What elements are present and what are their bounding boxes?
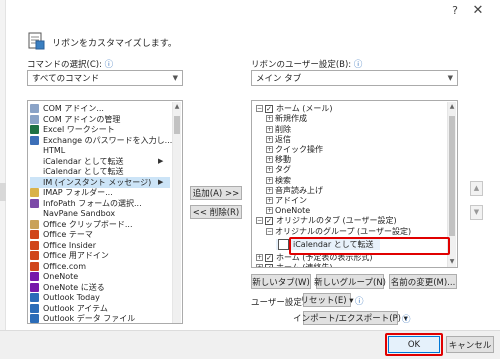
office-theme-icon <box>30 230 39 240</box>
expand-icon[interactable]: + <box>266 207 273 215</box>
collapse-icon[interactable]: − <box>256 105 263 113</box>
cancel-button[interactable]: キャンセル <box>446 336 494 353</box>
blank-icon <box>30 167 39 176</box>
command-item-label: Outlook データ ファイル <box>43 314 136 324</box>
blank-icon <box>30 209 39 218</box>
ribbon-label: リボンのユーザー設定(B): ⓘ <box>251 60 363 70</box>
collapse-icon[interactable]: − <box>256 217 263 225</box>
imap-folder-icon <box>30 188 39 198</box>
left-nav-strip <box>0 0 6 359</box>
help-button[interactable]: ? <box>448 4 462 18</box>
outlook-data-file-icon <box>30 314 39 323</box>
reset-button[interactable]: リセット(E) ▾ <box>301 293 354 307</box>
expand-icon[interactable]: + <box>256 254 263 262</box>
commands-list-scrollbar[interactable]: ▲ <box>172 102 181 323</box>
excel-icon <box>30 125 39 135</box>
info-icon: ⓘ <box>402 315 411 325</box>
chevron-down-icon: ▼ <box>172 74 178 82</box>
move-down-button[interactable]: ▼ <box>470 205 483 220</box>
command-item-label: Office.com <box>43 261 86 271</box>
infopath-icon <box>30 198 39 208</box>
import-export-button[interactable]: インポート/エクスポート(P) ▾ <box>293 311 408 325</box>
close-button[interactable]: ✕ <box>470 3 486 19</box>
calendar-icon <box>278 238 289 250</box>
expand-icon[interactable]: + <box>266 186 273 194</box>
customize-ribbon-icon <box>27 30 45 50</box>
rename-button[interactable]: 名前の変更(M)... <box>389 274 457 289</box>
com-addin-icon <box>30 104 39 114</box>
move-up-icon: ▲ <box>473 184 480 192</box>
collapse-icon[interactable]: − <box>266 227 273 235</box>
move-down-icon: ▼ <box>473 208 480 216</box>
office-addin-icon <box>30 251 39 261</box>
submenu-arrow-icon: ▶ <box>158 178 164 187</box>
scroll-up-icon[interactable]: ▲ <box>448 103 456 111</box>
command-item-label: NavPane Sandbox <box>43 209 116 219</box>
scroll-thumb[interactable] <box>449 116 455 236</box>
ribbon-tree-item-label: オリジナルのグループ (ユーザー設定) <box>275 226 412 236</box>
new-tab-button[interactable]: 新しいタブ(W) <box>251 274 311 289</box>
command-item-label: Office Insider <box>43 240 97 250</box>
user-settings-label: ユーザー設定: <box>251 298 305 308</box>
scroll-down-icon[interactable]: ▼ <box>448 258 456 266</box>
left-nav-selected-marker <box>0 183 6 201</box>
commands-select[interactable]: すべてのコマンド ▼ <box>27 70 183 86</box>
expand-icon[interactable]: + <box>266 135 273 143</box>
scroll-up-icon[interactable]: ▲ <box>173 103 181 111</box>
checkbox-checked-icon[interactable]: ✓ <box>265 104 273 113</box>
expand-icon[interactable]: + <box>266 125 273 133</box>
office-insider-icon <box>30 240 39 250</box>
ribbon-select[interactable]: メイン タブ ▼ <box>251 70 458 86</box>
move-up-button[interactable]: ▲ <box>470 181 483 196</box>
dialog-heading: リボンをカスタマイズします。 <box>52 39 177 49</box>
ok-highlight-frame <box>385 333 443 356</box>
commands-list[interactable]: COM アドイン... COM アドインの管理 Excel ワークシート Exchan… <box>27 100 183 324</box>
info-icon: ⓘ <box>355 297 364 307</box>
ribbon-tree-item[interactable]: + ✓ ホーム (連絡先) <box>256 262 333 268</box>
expand-icon[interactable]: + <box>266 166 273 174</box>
send-to-onenote-icon <box>30 282 39 292</box>
chevron-down-icon: ▼ <box>447 74 453 82</box>
onenote-icon <box>30 272 39 282</box>
new-group-button[interactable]: 新しいグループ(N) <box>314 274 386 289</box>
command-item-label: Outlook Today <box>43 293 100 303</box>
outlook-today-icon <box>30 293 39 303</box>
clipboard-icon <box>30 219 39 229</box>
remove-button[interactable]: << 削除(R) <box>190 205 242 219</box>
expand-icon[interactable]: + <box>256 264 263 267</box>
checkbox-checked-icon[interactable]: ✓ <box>265 253 273 262</box>
com-addin-manage-icon <box>30 114 39 124</box>
expand-icon[interactable]: + <box>266 156 273 164</box>
expand-icon[interactable]: + <box>266 146 273 154</box>
submenu-arrow-icon: ▶ <box>158 157 164 166</box>
blank-icon <box>30 146 39 155</box>
exchange-icon <box>30 135 39 145</box>
ribbon-tree-item[interactable]: − オリジナルのグループ (ユーザー設定) <box>266 225 411 237</box>
expand-icon[interactable]: + <box>266 176 273 184</box>
add-button[interactable]: 追加(A) >> <box>190 186 242 200</box>
commands-label: コマンドの選択(C): ⓘ <box>27 60 114 70</box>
blank-icon <box>30 157 39 166</box>
command-item-label: OneNote <box>43 272 79 282</box>
expand-icon[interactable]: + <box>266 115 273 123</box>
office-com-icon <box>30 261 39 271</box>
checkbox-checked-icon[interactable]: ✓ <box>265 216 273 225</box>
ribbon-tree-item-label: OneNote <box>275 206 311 216</box>
highlight-frame <box>289 237 450 255</box>
command-item-label: HTML <box>43 146 66 156</box>
ribbon-tree-item-label: ホーム (連絡先) <box>276 263 333 268</box>
blank-icon <box>30 178 39 187</box>
command-item[interactable]: Outlook データ ファイル <box>30 313 170 324</box>
expand-icon[interactable]: + <box>266 197 273 205</box>
checkbox-checked-icon[interactable]: ✓ <box>265 263 273 267</box>
scroll-thumb[interactable] <box>174 116 180 134</box>
outlook-item-icon <box>30 303 39 313</box>
